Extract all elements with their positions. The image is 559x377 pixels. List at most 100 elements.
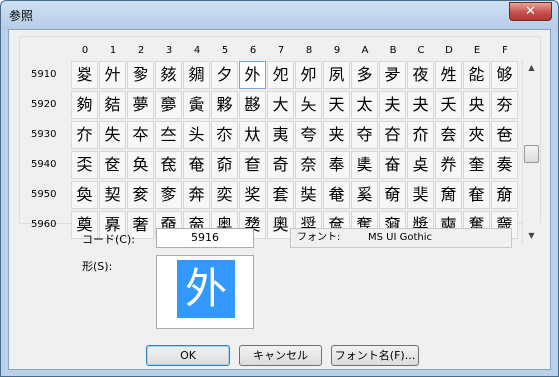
char-cell[interactable]: 套 — [267, 181, 294, 209]
scroll-up-arrow-icon[interactable]: ▲ — [523, 60, 540, 76]
char-cell[interactable]: 夢 — [127, 91, 154, 119]
char-cell[interactable]: 夽 — [435, 121, 462, 149]
char-cell[interactable]: 够 — [491, 61, 518, 89]
char-cell[interactable]: 㚊 — [155, 61, 182, 89]
font-name-button[interactable]: フォント名(F)... — [331, 345, 419, 366]
char-cell[interactable]: 夿 — [491, 121, 518, 149]
column-header: 5 — [221, 45, 229, 56]
char-cell[interactable]: 夞 — [463, 61, 490, 89]
char-cell[interactable]: 太 — [351, 91, 378, 119]
code-field[interactable]: 5916 — [156, 228, 254, 248]
char-cell[interactable]: 奒 — [127, 181, 154, 209]
char-cell[interactable]: 奞 — [463, 181, 490, 209]
char-cell[interactable]: 夨 — [295, 91, 322, 119]
char-cell[interactable]: 夜 — [407, 61, 434, 89]
char-cell[interactable]: 奉 — [323, 151, 350, 179]
char-cell[interactable]: 奁 — [99, 151, 126, 179]
char-cell[interactable]: 夥 — [211, 91, 238, 119]
char-cell[interactable]: 奈 — [295, 151, 322, 179]
char-cell[interactable]: 头 — [183, 121, 210, 149]
char-cell[interactable]: 多 — [351, 61, 378, 89]
char-cell[interactable]: 奌 — [407, 151, 434, 179]
char-cell[interactable]: 夡 — [99, 91, 126, 119]
char-cell[interactable]: 奋 — [379, 151, 406, 179]
char-cell[interactable]: 奛 — [379, 181, 406, 209]
char-cell[interactable]: 夛 — [379, 61, 406, 89]
char-cell[interactable]: 奂 — [127, 151, 154, 179]
char-cell[interactable]: 夳 — [155, 121, 182, 149]
char-cell[interactable]: 外 — [239, 61, 266, 89]
char-cell[interactable]: 奄 — [183, 151, 210, 179]
char-cell[interactable]: 夰 — [71, 121, 98, 149]
glyph-preview: 外 — [177, 260, 235, 318]
scroll-thumb[interactable] — [524, 145, 539, 163]
char-cell[interactable]: 夘 — [295, 61, 322, 89]
char-cell[interactable]: 奝 — [435, 181, 462, 209]
character-grid[interactable]: 㚇㚈㚉㚊㚋夕外夗夘夙多夛夜夝夞够夠夡夢夣夤夥夦大夨天太夫夬夭央夯夰失夲夳头夵夶夷… — [71, 61, 519, 241]
char-cell[interactable]: 夷 — [267, 121, 294, 149]
char-cell[interactable]: 夹 — [323, 121, 350, 149]
char-cell[interactable]: 大 — [267, 91, 294, 119]
char-cell[interactable]: 奜 — [407, 181, 434, 209]
char-cell[interactable]: 奍 — [435, 151, 462, 179]
char-cell[interactable]: 夵 — [211, 121, 238, 149]
char-cell[interactable]: 奖 — [239, 181, 266, 209]
char-cell[interactable]: 夙 — [323, 61, 350, 89]
char-cell[interactable]: 夲 — [127, 121, 154, 149]
char-cell[interactable]: 央 — [463, 91, 490, 119]
char-cell[interactable]: 奏 — [491, 151, 518, 179]
char-cell[interactable]: 奕 — [211, 181, 238, 209]
column-header: B — [389, 45, 397, 56]
char-cell[interactable]: 奙 — [323, 181, 350, 209]
char-cell[interactable]: 失 — [99, 121, 126, 149]
char-cell[interactable]: 㚇 — [71, 61, 98, 89]
column-header: 7 — [277, 45, 285, 56]
char-cell[interactable]: 㚋 — [183, 61, 210, 89]
char-cell[interactable]: 奓 — [155, 181, 182, 209]
char-cell[interactable]: 奚 — [351, 181, 378, 209]
char-cell[interactable]: 天 — [323, 91, 350, 119]
title-bar[interactable]: 参照 ✕ — [1, 1, 558, 29]
char-cell[interactable]: 㚉 — [127, 61, 154, 89]
char-cell[interactable]: 奆 — [239, 151, 266, 179]
char-cell[interactable]: 奇 — [267, 151, 294, 179]
char-cell[interactable]: 夼 — [407, 121, 434, 149]
char-cell[interactable]: 㚈 — [99, 61, 126, 89]
scroll-down-arrow-icon[interactable]: ▼ — [523, 228, 540, 244]
char-cell[interactable]: 夶 — [239, 121, 266, 149]
vertical-scrollbar[interactable]: ▲ ▼ — [522, 60, 539, 244]
char-cell[interactable]: 奘 — [295, 181, 322, 209]
char-cell[interactable]: 夻 — [379, 121, 406, 149]
char-cell[interactable]: 夝 — [435, 61, 462, 89]
char-cell[interactable]: 奎 — [463, 151, 490, 179]
char-cell[interactable]: 奔 — [183, 181, 210, 209]
char-cell[interactable]: 夕 — [211, 61, 238, 89]
char-cell[interactable]: 夦 — [239, 91, 266, 119]
column-header: A — [361, 45, 369, 56]
char-cell[interactable]: 夯 — [491, 91, 518, 119]
char-cell[interactable]: 奐 — [71, 181, 98, 209]
char-cell[interactable]: 夤 — [183, 91, 210, 119]
char-cell[interactable]: 奟 — [491, 181, 518, 209]
char-cell[interactable]: 契 — [99, 181, 126, 209]
char-cell[interactable]: 夣 — [155, 91, 182, 119]
close-button[interactable]: ✕ — [509, 2, 552, 21]
char-cell[interactable]: 奊 — [351, 151, 378, 179]
dialog-client-area: 0 1 2 3 4 5 6 7 8 9 A B C D E F 5910 5920 5930 5940 5950 596… — [8, 29, 551, 370]
char-cell[interactable]: 夾 — [463, 121, 490, 149]
row-header: 5940 — [31, 159, 57, 170]
char-cell[interactable]: 夬 — [407, 91, 434, 119]
char-cell[interactable]: 夺 — [351, 121, 378, 149]
char-cell[interactable]: 夭 — [435, 91, 462, 119]
column-header: 6 — [249, 45, 257, 56]
char-cell[interactable]: 夫 — [379, 91, 406, 119]
font-info: フォント: MS UI Gothic — [290, 228, 512, 248]
ok-button[interactable]: OK — [146, 345, 230, 366]
char-cell[interactable]: 夠 — [71, 91, 98, 119]
char-cell[interactable]: 奅 — [211, 151, 238, 179]
char-cell[interactable]: 奀 — [71, 151, 98, 179]
cancel-button[interactable]: キャンセル — [239, 345, 322, 366]
char-cell[interactable]: 奃 — [155, 151, 182, 179]
char-cell[interactable]: 夸 — [295, 121, 322, 149]
char-cell[interactable]: 夗 — [267, 61, 294, 89]
